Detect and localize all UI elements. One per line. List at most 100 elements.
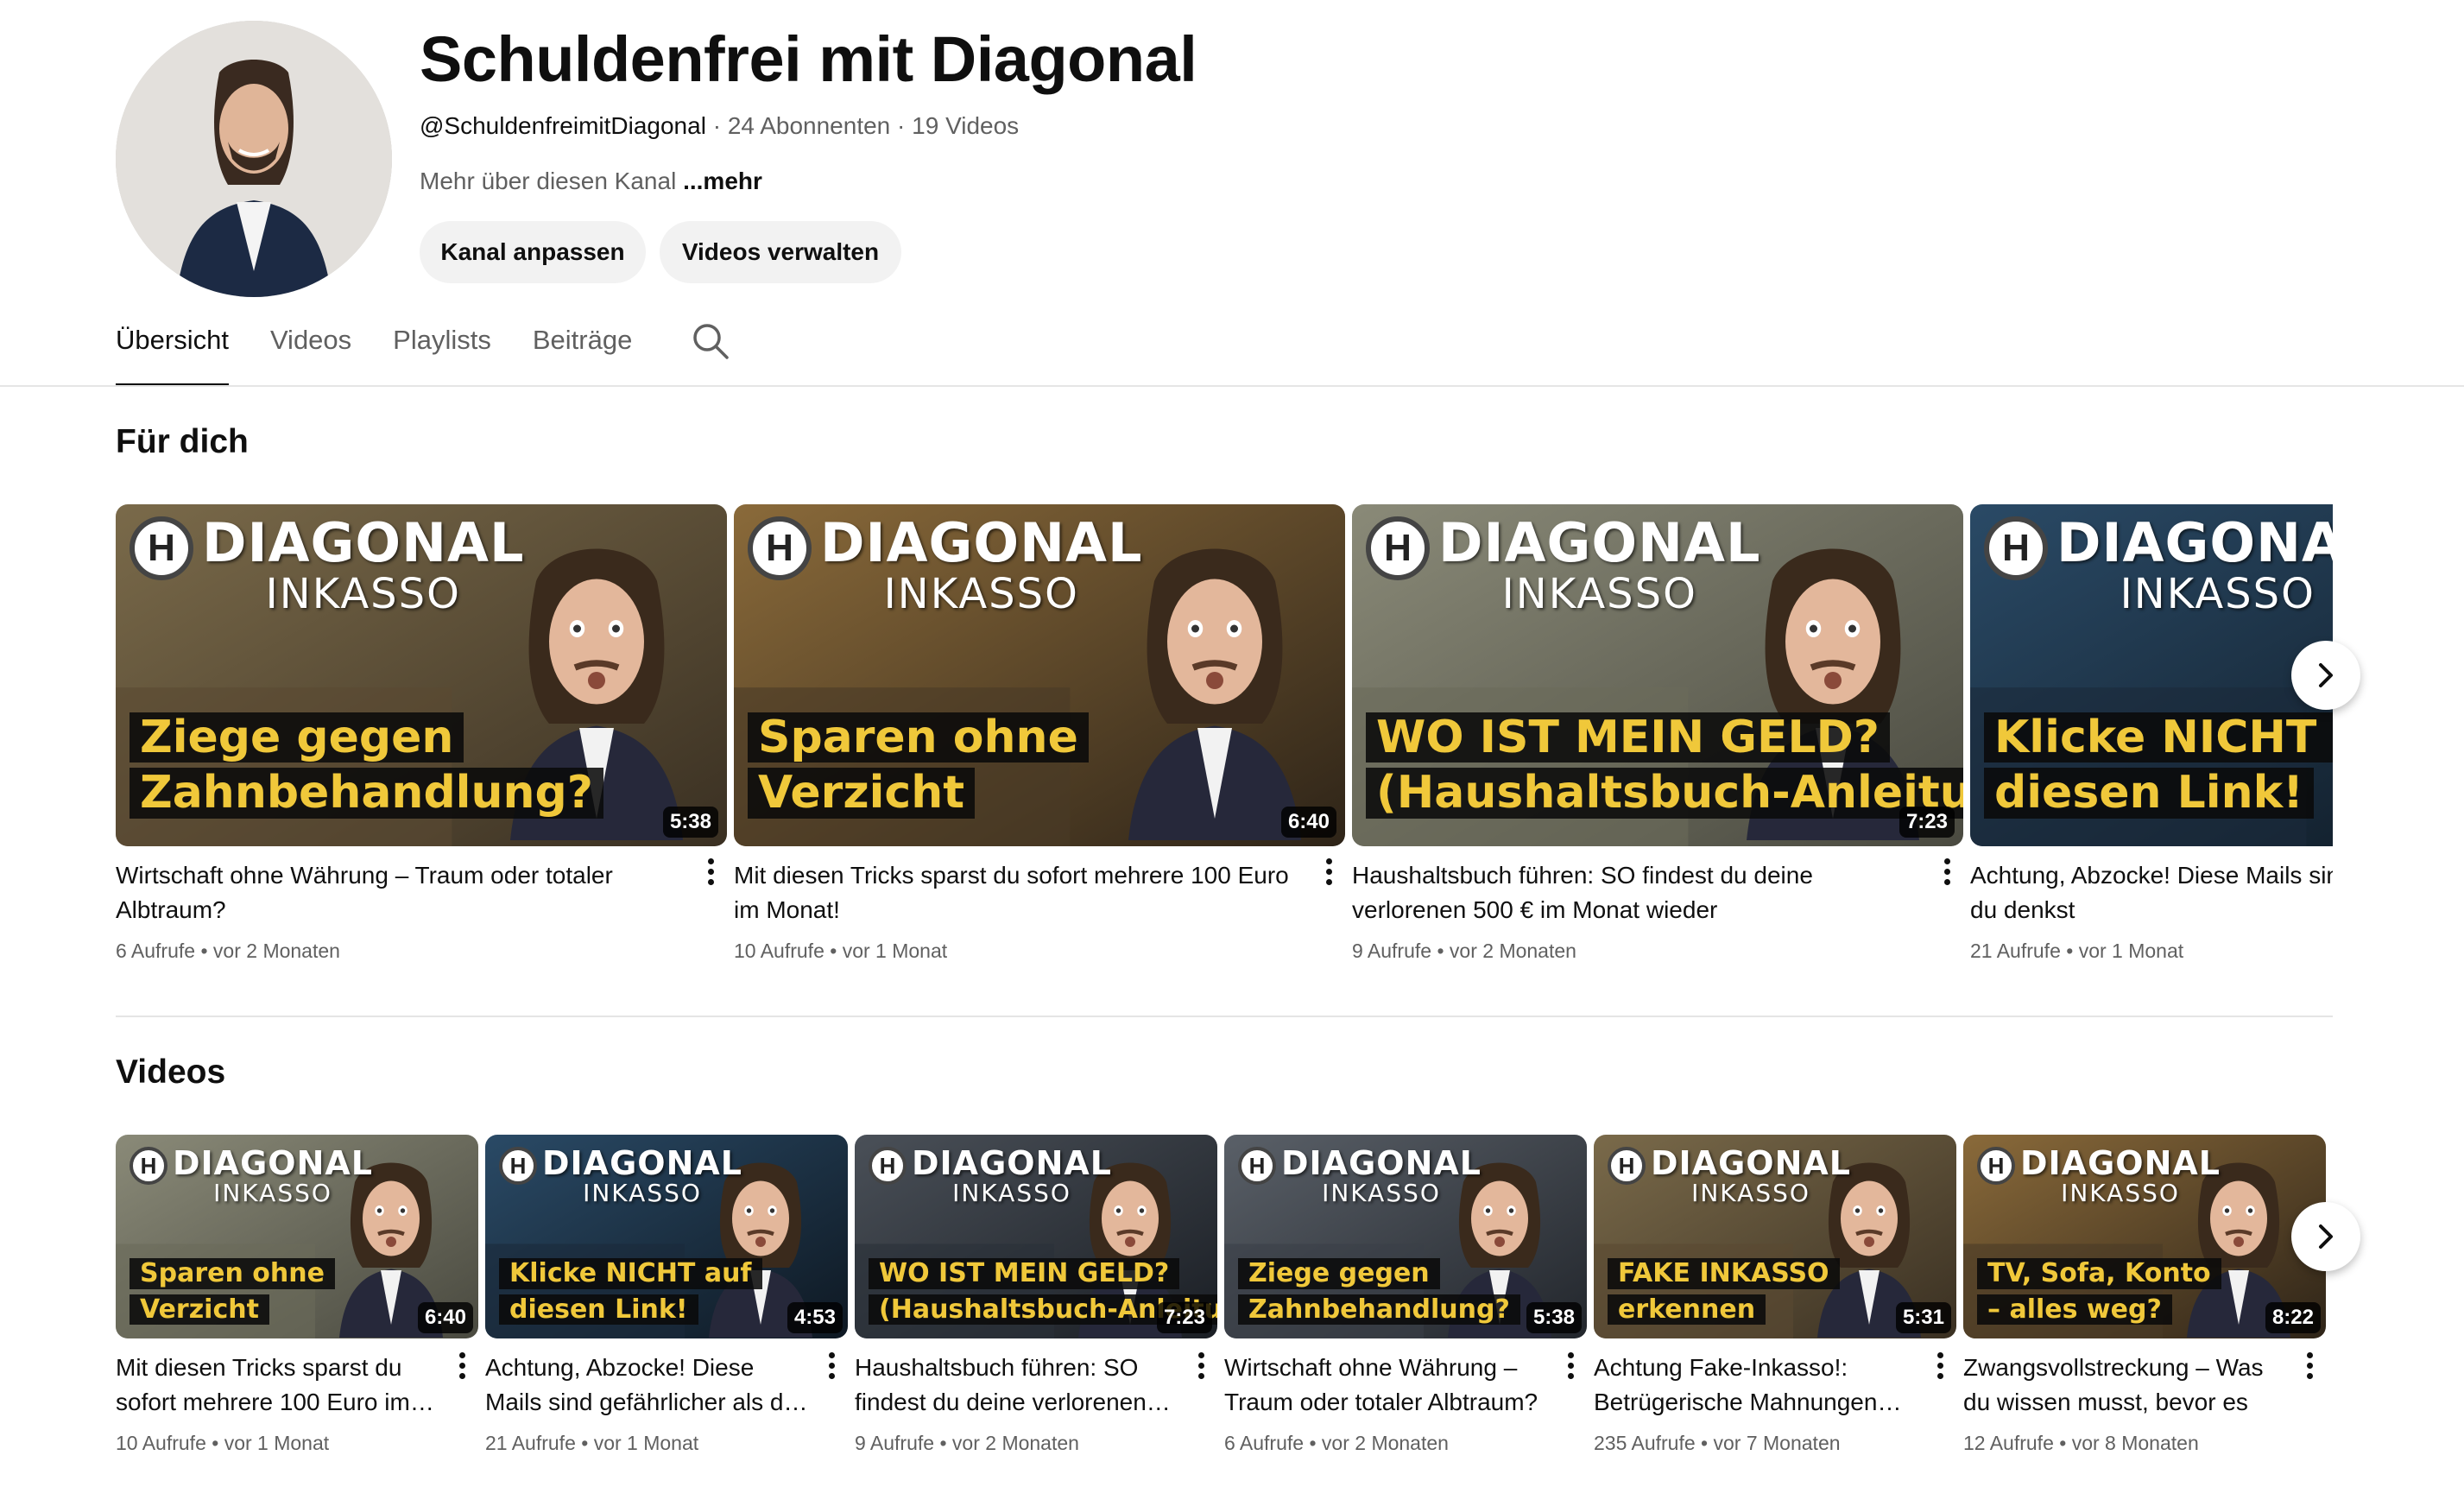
upload-age: vor 2 Monaten bbox=[951, 1432, 1079, 1454]
video-title[interactable]: Achtung, Abzocke! Diese Mails sind gefäh… bbox=[1970, 858, 2333, 927]
brand-h-icon: H bbox=[1238, 1147, 1276, 1185]
view-count: 10 Aufrufe bbox=[734, 940, 824, 962]
video-meta: 235 Aufrufe • vor 7 Monaten bbox=[1594, 1432, 1841, 1454]
video-card[interactable]: H DIAGONAL INKASSO WO IST MEIN GELD? (Ha… bbox=[1352, 504, 1963, 963]
video-meta: 6 Aufrufe • vor 2 Monaten bbox=[116, 940, 340, 962]
video-meta: 9 Aufrufe • vor 2 Monaten bbox=[855, 1432, 1079, 1454]
video-duration: 7:23 bbox=[1156, 1302, 1212, 1333]
about-more-link[interactable]: ...mehr bbox=[683, 168, 762, 194]
video-thumbnail[interactable]: H DIAGONAL INKASSO Sparen ohne Verzicht … bbox=[734, 504, 1345, 846]
view-count: 6 Aufrufe bbox=[116, 940, 196, 962]
upload-age: vor 8 Monaten bbox=[2071, 1432, 2199, 1454]
section-divider bbox=[116, 1016, 2333, 1017]
more-vert-icon[interactable] bbox=[706, 858, 715, 885]
thumbnail-caption: WO IST MEIN GELD? (Haushaltsbuch-Anleitu… bbox=[1366, 712, 1963, 824]
tab-videos[interactable]: Videos bbox=[270, 323, 351, 387]
view-count: 9 Aufrufe bbox=[1352, 940, 1432, 962]
channel-about[interactable]: Mehr über diesen Kanal ...mehr bbox=[420, 168, 762, 195]
video-thumbnail[interactable]: H DIAGONAL INKASSO Klicke NICHT auf dies… bbox=[485, 1135, 848, 1338]
more-vert-icon[interactable] bbox=[458, 1352, 466, 1379]
more-vert-icon[interactable] bbox=[2305, 1352, 2314, 1379]
view-count: 9 Aufrufe bbox=[855, 1432, 935, 1454]
upload-age: vor 2 Monaten bbox=[212, 940, 340, 962]
video-title[interactable]: Mit diesen Tricks sparst du sofort mehre… bbox=[116, 1351, 478, 1420]
manage-videos-button[interactable]: Videos verwalten bbox=[660, 221, 901, 283]
video-thumbnail[interactable]: H DIAGONAL INKASSO Ziege gegen Zahnbehan… bbox=[1224, 1135, 1587, 1338]
video-title[interactable]: Achtung, Abzocke! Diese Mails sind gefäh… bbox=[485, 1351, 848, 1420]
video-count: 19 Videos bbox=[912, 112, 1020, 139]
channel-tabs: Übersicht Videos Playlists Beiträge bbox=[116, 323, 730, 387]
tab-playlists[interactable]: Playlists bbox=[393, 323, 491, 387]
view-count: 21 Aufrufe bbox=[485, 1432, 576, 1454]
video-meta: 10 Aufrufe • vor 1 Monat bbox=[116, 1432, 330, 1454]
video-duration: 5:38 bbox=[1526, 1302, 1582, 1333]
video-meta: 21 Aufrufe • vor 1 Monat bbox=[1970, 940, 2184, 962]
video-title[interactable]: Zwangsvollstreckung – Was du wissen muss… bbox=[1963, 1351, 2326, 1420]
tabs-divider bbox=[0, 385, 2464, 387]
customize-channel-button[interactable]: Kanal anpassen bbox=[420, 221, 646, 283]
video-card[interactable]: H DIAGONAL INKASSO Sparen ohne Verzicht … bbox=[116, 1135, 478, 1455]
video-meta: 9 Aufrufe • vor 2 Monaten bbox=[1352, 940, 1576, 962]
thumbnail-caption: Sparen ohne Verzicht bbox=[748, 712, 1089, 824]
view-count: 6 Aufrufe bbox=[1224, 1432, 1305, 1454]
video-title[interactable]: Haushaltsbuch führen: SO findest du dein… bbox=[855, 1351, 1217, 1420]
video-title[interactable]: Wirtschaft ohne Währung – Traum oder tot… bbox=[116, 858, 727, 927]
thumbnail-caption: TV, Sofa, Konto – alles weg? bbox=[1977, 1258, 2221, 1330]
more-vert-icon[interactable] bbox=[1197, 1352, 1205, 1379]
tab-posts[interactable]: Beiträge bbox=[533, 323, 632, 387]
thumbnail-caption: FAKE INKASSO erkennen bbox=[1608, 1258, 1840, 1330]
more-vert-icon[interactable] bbox=[1566, 1352, 1575, 1379]
brand-logo: H DIAGONAL INKASSO bbox=[869, 1147, 1112, 1205]
video-title[interactable]: Haushaltsbuch führen: SO findest du dein… bbox=[1352, 858, 1963, 927]
view-count: 12 Aufrufe bbox=[1963, 1432, 2054, 1454]
video-title[interactable]: Mit diesen Tricks sparst du sofort mehre… bbox=[734, 858, 1345, 927]
brand-logo: H DIAGONAL INKASSO bbox=[1977, 1147, 2221, 1205]
upload-age: vor 1 Monat bbox=[2078, 940, 2184, 962]
view-count: 235 Aufrufe bbox=[1594, 1432, 1696, 1454]
video-thumbnail[interactable]: H DIAGONAL INKASSO Sparen ohne Verzicht … bbox=[116, 1135, 478, 1338]
more-vert-icon[interactable] bbox=[1943, 858, 1951, 885]
channel-title: Schuldenfrei mit Diagonal bbox=[420, 23, 1197, 95]
video-thumbnail[interactable]: H DIAGONAL INKASSO Klicke NICHT auf dies… bbox=[1970, 504, 2333, 846]
thumbnail-caption: Ziege gegen Zahnbehandlung? bbox=[1238, 1258, 1520, 1330]
more-vert-icon[interactable] bbox=[1324, 858, 1333, 885]
channel-handle: @SchuldenfreimitDiagonal bbox=[420, 112, 706, 139]
video-duration: 4:53 bbox=[787, 1302, 843, 1333]
videos-shelf: H DIAGONAL INKASSO Sparen ohne Verzicht … bbox=[116, 1135, 2334, 1480]
video-thumbnail[interactable]: H DIAGONAL INKASSO TV, Sofa, Konto – all… bbox=[1963, 1135, 2326, 1338]
chevron-right-icon[interactable] bbox=[2291, 1202, 2360, 1271]
brand-h-icon: H bbox=[130, 1147, 167, 1185]
video-title[interactable]: Achtung Fake-Inkasso!: Betrügerische Mah… bbox=[1594, 1351, 1956, 1420]
more-vert-icon[interactable] bbox=[827, 1352, 836, 1379]
video-thumbnail[interactable]: H DIAGONAL INKASSO WO IST MEIN GELD? (Ha… bbox=[855, 1135, 1217, 1338]
tab-overview[interactable]: Übersicht bbox=[116, 323, 229, 387]
video-thumbnail[interactable]: H DIAGONAL INKASSO Ziege gegen Zahnbehan… bbox=[116, 504, 727, 846]
channel-avatar[interactable] bbox=[116, 21, 392, 297]
brand-logo: H DIAGONAL INKASSO bbox=[1238, 1147, 1482, 1205]
video-card[interactable]: H DIAGONAL INKASSO WO IST MEIN GELD? (Ha… bbox=[855, 1135, 1217, 1455]
view-count: 10 Aufrufe bbox=[116, 1432, 206, 1454]
upload-age: vor 7 Monaten bbox=[1713, 1432, 1841, 1454]
video-card[interactable]: H DIAGONAL INKASSO Klicke NICHT auf dies… bbox=[485, 1135, 848, 1455]
chevron-right-icon[interactable] bbox=[2291, 641, 2360, 710]
brand-logo: H DIAGONAL INKASSO bbox=[1366, 516, 1761, 615]
video-duration: 8:22 bbox=[2265, 1302, 2321, 1333]
more-vert-icon[interactable] bbox=[1936, 1352, 1944, 1379]
video-card[interactable]: H DIAGONAL INKASSO Ziege gegen Zahnbehan… bbox=[116, 504, 727, 963]
video-thumbnail[interactable]: H DIAGONAL INKASSO FAKE INKASSO erkennen… bbox=[1594, 1135, 1956, 1338]
subscriber-count: 24 Abonnenten bbox=[727, 112, 891, 139]
brand-h-icon: H bbox=[130, 516, 193, 580]
channel-meta: @SchuldenfreimitDiagonal · 24 Abonnenten… bbox=[420, 112, 1020, 139]
video-card[interactable]: H DIAGONAL INKASSO Klicke NICHT auf dies… bbox=[1970, 504, 2333, 963]
video-card[interactable]: H DIAGONAL INKASSO TV, Sofa, Konto – all… bbox=[1963, 1135, 2326, 1455]
video-card[interactable]: H DIAGONAL INKASSO Ziege gegen Zahnbehan… bbox=[1224, 1135, 1587, 1455]
video-card[interactable]: H DIAGONAL INKASSO FAKE INKASSO erkennen… bbox=[1594, 1135, 1956, 1455]
section-title-videos: Videos bbox=[116, 1054, 226, 1091]
brand-logo: H DIAGONAL INKASSO bbox=[130, 1147, 373, 1205]
video-card[interactable]: H DIAGONAL INKASSO Sparen ohne Verzicht … bbox=[734, 504, 1345, 963]
brand-h-icon: H bbox=[499, 1147, 537, 1185]
search-icon[interactable] bbox=[691, 321, 730, 361]
video-duration: 6:40 bbox=[1280, 807, 1336, 838]
video-thumbnail[interactable]: H DIAGONAL INKASSO WO IST MEIN GELD? (Ha… bbox=[1352, 504, 1963, 846]
video-title[interactable]: Wirtschaft ohne Währung – Traum oder tot… bbox=[1224, 1351, 1587, 1420]
